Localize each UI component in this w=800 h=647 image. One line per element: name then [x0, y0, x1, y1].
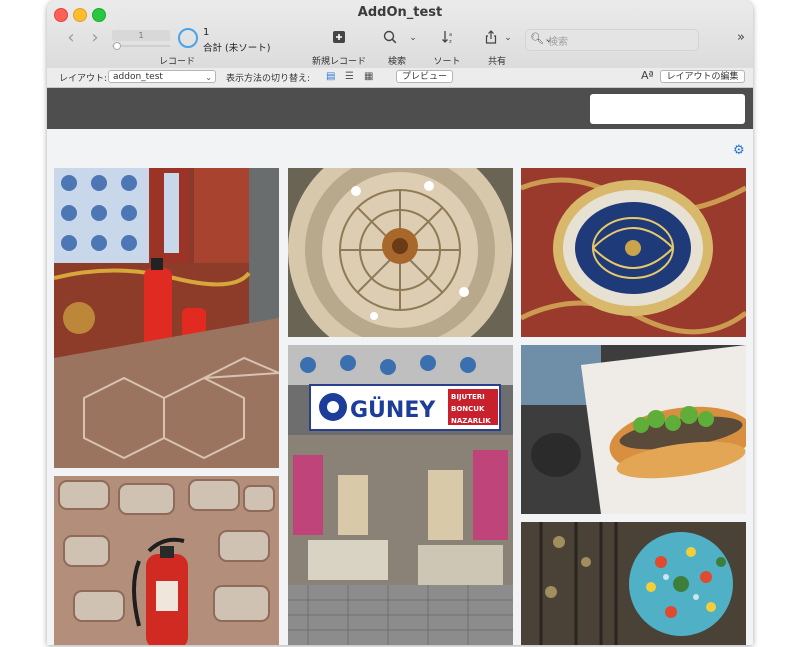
table-view-icon[interactable]: ▦ — [364, 71, 373, 82]
layout-select-chevron-icon: ⌄ — [205, 73, 212, 82]
svg-text:a: a — [449, 32, 452, 38]
share-icon[interactable] — [483, 30, 499, 48]
find-menu-chevron-icon[interactable]: ⌄ — [408, 33, 418, 43]
preview-button[interactable]: プレビュー — [396, 70, 453, 83]
photo-dome-ceiling[interactable] — [288, 168, 513, 337]
photo-fire-extinguisher-room[interactable] — [54, 168, 279, 468]
record-pie-icon — [178, 28, 198, 48]
shop-sign-line-2: BONCUK — [451, 405, 485, 413]
find-icon[interactable] — [382, 30, 398, 48]
records-label: レコード — [158, 57, 195, 67]
share-menu-chevron-icon[interactable]: ⌄ — [503, 33, 513, 43]
record-total: 合計 (未ソート) — [203, 43, 271, 54]
header-field[interactable] — [590, 94, 745, 124]
list-view-icon[interactable]: ☰ — [345, 71, 354, 82]
form-view-icon[interactable]: ▤ — [326, 71, 335, 82]
text-format-icon[interactable]: Aª — [641, 69, 654, 82]
previous-record-button[interactable]: ‹ — [63, 29, 79, 47]
photo-mosaic-lanterns[interactable] — [521, 522, 746, 645]
search-input[interactable]: 🔍︎⌄ 検索 — [525, 29, 699, 51]
toolbar: AddOn_test ‹ › 1 1 合計 (未ソート) レコード 新規レコード… — [47, 0, 753, 69]
shop-sign-line-1: BIJUTERI — [451, 393, 485, 401]
view-as-label: 表示方法の切り替え: — [226, 74, 311, 84]
toolbar-overflow-icon[interactable]: » — [737, 30, 745, 45]
photo-shop-front[interactable]: GÜNEY BIJUTERI BONCUK NAZARLIK — [288, 345, 513, 645]
gear-icon[interactable]: ⚙ — [733, 143, 745, 158]
find-label[interactable]: 検索 — [382, 54, 412, 67]
photo-fish-sandwich[interactable] — [521, 345, 746, 514]
svg-text:z: z — [449, 39, 452, 44]
app-window: AddOn_test ‹ › 1 1 合計 (未ソート) レコード 新規レコード… — [47, 0, 753, 645]
shop-sign-name: GÜNEY — [350, 397, 436, 423]
search-placeholder: 検索 — [548, 37, 568, 48]
shop-sign-line-3: NAZARLIK — [451, 417, 491, 425]
layout-select[interactable]: addon_test ⌄ — [108, 70, 216, 83]
sort-label[interactable]: ソート — [432, 54, 462, 67]
layout-select-value: addon_test — [113, 72, 163, 82]
new-record-label[interactable]: 新規レコード — [309, 54, 369, 67]
record-index-field[interactable]: 1 — [112, 30, 170, 41]
photo-fire-extinguisher-wall[interactable] — [54, 476, 279, 645]
edit-layout-button[interactable]: レイアウトの編集 — [660, 70, 745, 83]
record-slider-thumb[interactable] — [113, 42, 121, 50]
photo-ceiling-medallion[interactable] — [521, 168, 746, 337]
next-record-button[interactable]: › — [87, 29, 103, 47]
record-count: 1 — [203, 27, 210, 38]
sort-icon[interactable]: az — [440, 30, 456, 48]
window-title: AddOn_test — [357, 5, 443, 20]
new-record-icon[interactable] — [331, 30, 347, 48]
layout-label: レイアウト: — [59, 74, 108, 84]
layout-bar: レイアウト: addon_test ⌄ 表示方法の切り替え: ▤ ☰ ▦ プレビ… — [47, 68, 753, 88]
share-label[interactable]: 共有 — [482, 54, 512, 67]
